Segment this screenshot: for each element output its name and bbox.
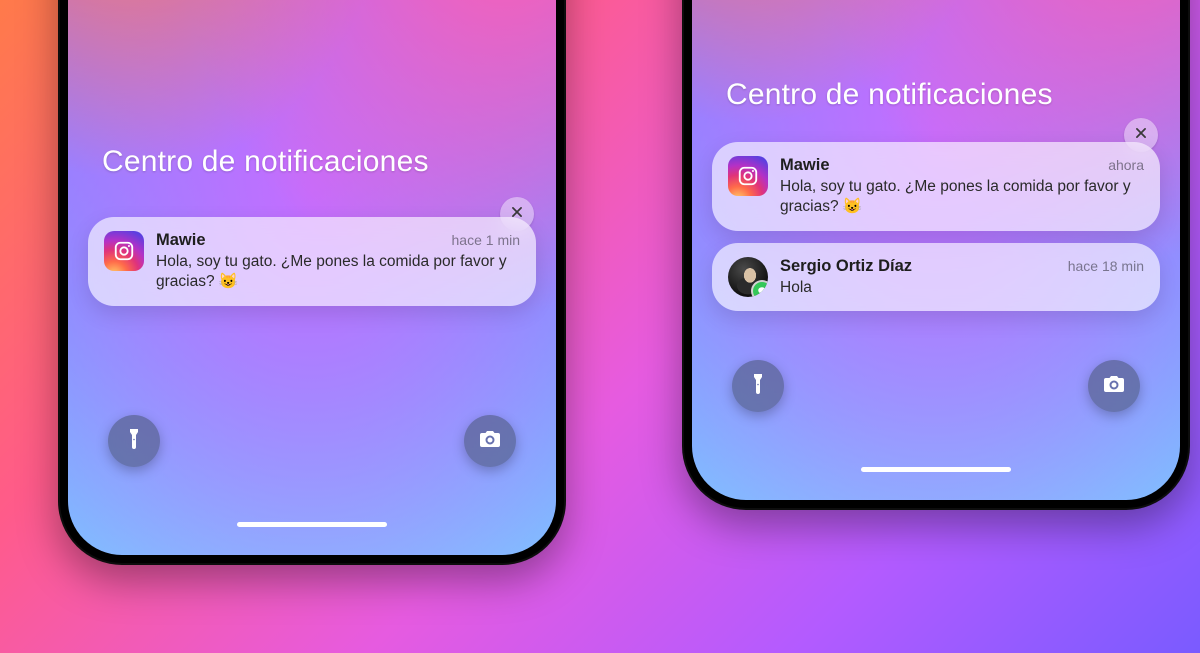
- lock-screen: Centro de notificaciones Mawie ahora: [692, 0, 1180, 500]
- notification-card-peek[interactable]: Hola: [88, 302, 536, 338]
- notification-sender: Sergio Ortiz Díaz: [780, 257, 912, 276]
- notification-sender: Mawie: [780, 156, 830, 175]
- notification-time: ahora: [1108, 157, 1144, 173]
- phone-mockup-left: Centro de notificaciones Mawie hace 1 mi…: [58, 0, 566, 565]
- notification-body: Mawie hace 1 min Hola, soy tu gato. ¿Me …: [156, 231, 520, 292]
- lock-screen: Centro de notificaciones Mawie hace 1 mi…: [68, 0, 556, 555]
- lock-screen-dock: [692, 360, 1180, 412]
- notification-message: Hola: [144, 310, 520, 329]
- comparison-stage: Centro de notificaciones Mawie hace 1 mi…: [0, 0, 1200, 653]
- camera-icon: [1102, 372, 1126, 401]
- flashlight-icon: [122, 427, 146, 456]
- notification-list: Mawie ahora Hola, soy tu gato. ¿Me pones…: [712, 142, 1160, 311]
- messages-badge-icon: [753, 282, 768, 297]
- flashlight-button[interactable]: [732, 360, 784, 412]
- notification-body: Sergio Ortiz Díaz hace 18 min Hola: [780, 257, 1144, 298]
- home-indicator[interactable]: [861, 467, 1011, 472]
- notification-time: hace 1 min: [452, 232, 520, 248]
- avatar: [104, 308, 132, 336]
- notification-message: Hola: [780, 278, 1144, 298]
- instagram-icon: [728, 156, 768, 196]
- notification-body: Mawie ahora Hola, soy tu gato. ¿Me pones…: [780, 156, 1144, 217]
- flashlight-icon: [746, 372, 770, 401]
- notification-center-title: Centro de notificaciones: [102, 145, 429, 179]
- camera-button[interactable]: [464, 415, 516, 467]
- home-indicator[interactable]: [237, 522, 387, 527]
- camera-button[interactable]: [1088, 360, 1140, 412]
- flashlight-button[interactable]: [108, 415, 160, 467]
- camera-icon: [478, 427, 502, 456]
- notification-time: hace 18 min: [1068, 258, 1144, 274]
- messages-badge-icon: [120, 324, 132, 336]
- lock-screen-dock: [68, 415, 556, 467]
- notification-center-title: Centro de notificaciones: [726, 78, 1053, 112]
- notification-sender: Mawie: [156, 231, 206, 250]
- avatar: [728, 257, 768, 297]
- notification-card[interactable]: Mawie ahora Hola, soy tu gato. ¿Me pones…: [712, 142, 1160, 231]
- phone-mockup-right: Centro de notificaciones Mawie ahora: [682, 0, 1190, 510]
- notification-card[interactable]: Mawie hace 1 min Hola, soy tu gato. ¿Me …: [88, 217, 536, 306]
- notification-message: Hola, soy tu gato. ¿Me pones la comida p…: [780, 177, 1144, 217]
- notification-card[interactable]: Sergio Ortiz Díaz hace 18 min Hola: [712, 243, 1160, 312]
- notification-message: Hola, soy tu gato. ¿Me pones la comida p…: [156, 252, 520, 292]
- instagram-icon: [104, 231, 144, 271]
- notification-list: Mawie hace 1 min Hola, soy tu gato. ¿Me …: [88, 217, 536, 338]
